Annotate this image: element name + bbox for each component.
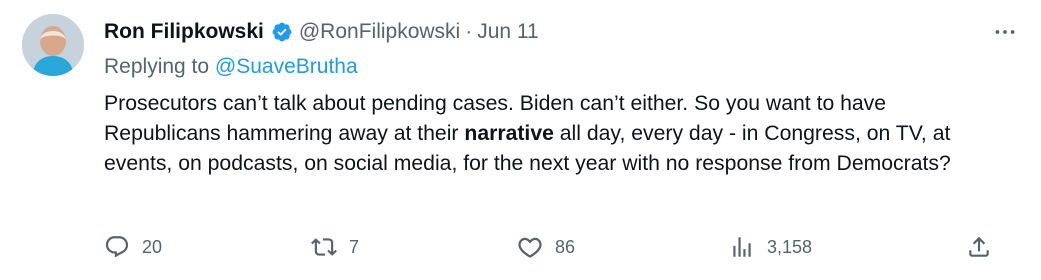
repost-count: 7 [349,236,360,257]
views-bar-chart-icon [733,237,751,257]
action-bar: 20 7 86 3,158 [104,232,1004,262]
share-upload-icon [969,236,989,257]
replying-to: Replying to @SuaveBrutha [104,55,358,79]
separator-dot: · [465,20,473,43]
replying-to-link[interactable]: @SuaveBrutha [215,55,358,78]
verified-badge-icon[interactable] [271,21,293,43]
reply-bubble-icon [105,236,129,258]
author-handle[interactable]: @RonFilipkowski [299,20,460,44]
reply-button[interactable]: 20 [104,232,162,262]
like-button[interactable]: 86 [517,232,575,262]
author-name[interactable]: Ron Filipkowski [104,20,264,44]
tweet-date[interactable]: Jun 11 [477,20,539,44]
repost-button[interactable]: 7 [311,232,359,262]
views-button[interactable]: 3,158 [729,232,812,262]
avatar[interactable] [22,14,84,76]
share-button[interactable] [966,232,992,262]
tweet-card[interactable]: Ron Filipkowski @RonFilipkowski · Jun 11… [0,0,1041,280]
tweet-text-bold: narrative [464,122,554,145]
tweet-text: Prosecutors can’t talk about pending cas… [104,89,1004,179]
replying-prefix: Replying to [104,55,215,78]
heart-icon [518,237,542,258]
tweet-header: Ron Filipkowski @RonFilipkowski · Jun 11 [104,19,539,45]
more-options-icon[interactable] [990,20,1020,44]
reply-count: 20 [142,236,163,257]
repost-arrows-icon [311,238,337,256]
like-count: 86 [555,236,576,257]
avatar-image [22,14,84,76]
views-count: 3,158 [767,236,813,257]
